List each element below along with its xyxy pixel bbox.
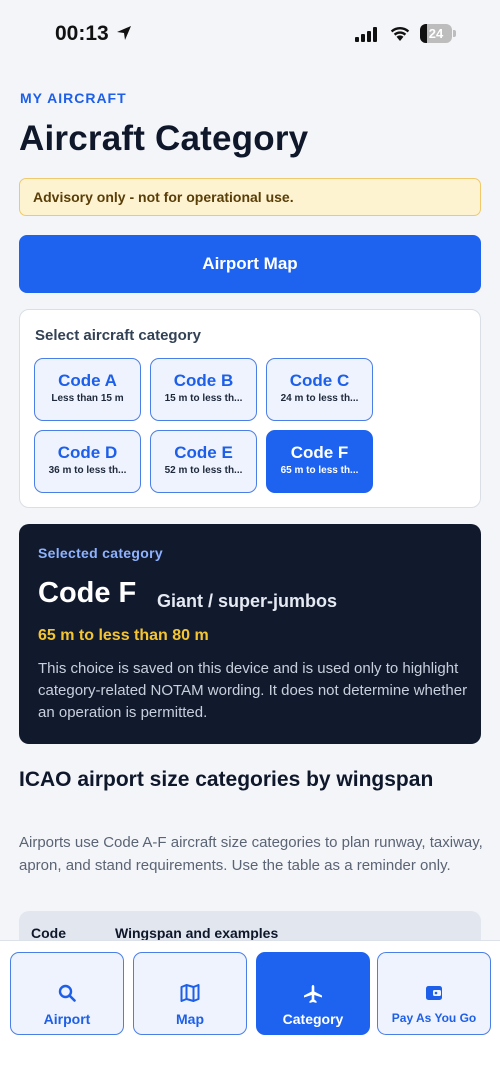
tab-label: Airport [43,1011,91,1027]
chip-code: Code D [57,443,118,462]
tab-airport[interactable]: Airport [10,952,124,1035]
home-indicator-area [0,1043,500,1083]
advisory-banner: Advisory only - not for operational use. [19,178,481,216]
airport-map-button[interactable]: Airport Map [19,235,481,293]
section-description: Airports use Code A-F aircraft size cate… [19,834,483,874]
tab-map[interactable]: Map [133,952,247,1035]
category-selector-card: Select aircraft category Code A Less tha… [19,309,481,508]
page-title: Aircraft Category [19,119,309,158]
selected-range: 65 m to less than 80 m [38,627,209,644]
chip-range: Less than 15 m [51,393,124,404]
wallet-icon [426,986,442,1000]
tab-label: Category [282,1011,344,1027]
chip-range: 24 m to less th... [280,393,359,404]
map-icon [180,984,200,1002]
category-chip-b[interactable]: Code B 15 m to less th... [150,358,257,421]
section-title: ICAO airport size categories by wingspan [19,768,434,791]
chip-code: Code C [289,371,350,390]
battery-icon: 24 [420,24,456,43]
chip-range: 15 m to less th... [164,393,243,404]
status-bar: 00:13 24 [0,0,500,66]
selected-subtitle: Giant / super-jumbos [157,591,338,611]
selected-description: This choice is saved on this device and … [38,660,468,721]
tab-pay-as-you-go[interactable]: Pay As You Go [377,952,491,1035]
category-chip-d[interactable]: Code D 36 m to less th... [34,430,141,493]
bottom-tab-bar: Airport Map Category Pay As You Go [0,940,500,1043]
battery-level: 24 [428,26,444,41]
search-icon [58,984,76,1002]
chip-code: Code E [174,443,233,462]
category-chip-f[interactable]: Code F 65 m to less th... [266,430,373,493]
column-header-code: Code [31,925,66,941]
airplane-icon [304,985,322,1003]
location-arrow-icon [117,26,131,40]
page-eyebrow: MY AIRCRAFT [20,90,127,106]
wifi-icon [390,26,410,41]
cellular-signal-icon [355,27,377,42]
chip-code: Code A [58,371,117,390]
selector-label: Select aircraft category [35,327,201,344]
selected-eyebrow: Selected category [38,545,163,561]
chip-code: Code B [173,371,234,390]
selected-code: Code F [38,577,137,609]
chip-code: Code F [290,443,349,462]
tab-label: Pay As You Go [391,1011,477,1025]
tab-category[interactable]: Category [256,952,370,1035]
column-header-wingspan: Wingspan and examples [115,925,279,941]
category-chip-a[interactable]: Code A Less than 15 m [34,358,141,421]
chip-range: 36 m to less th... [48,465,127,476]
tab-label: Map [176,1011,204,1027]
chip-range: 65 m to less th... [280,465,359,476]
category-chip-e[interactable]: Code E 52 m to less th... [150,430,257,493]
selected-category-card: Selected category Code F Giant / super-j… [19,524,481,744]
chip-range: 52 m to less th... [164,465,243,476]
status-time: 00:13 [55,22,109,45]
category-chip-c[interactable]: Code C 24 m to less th... [266,358,373,421]
